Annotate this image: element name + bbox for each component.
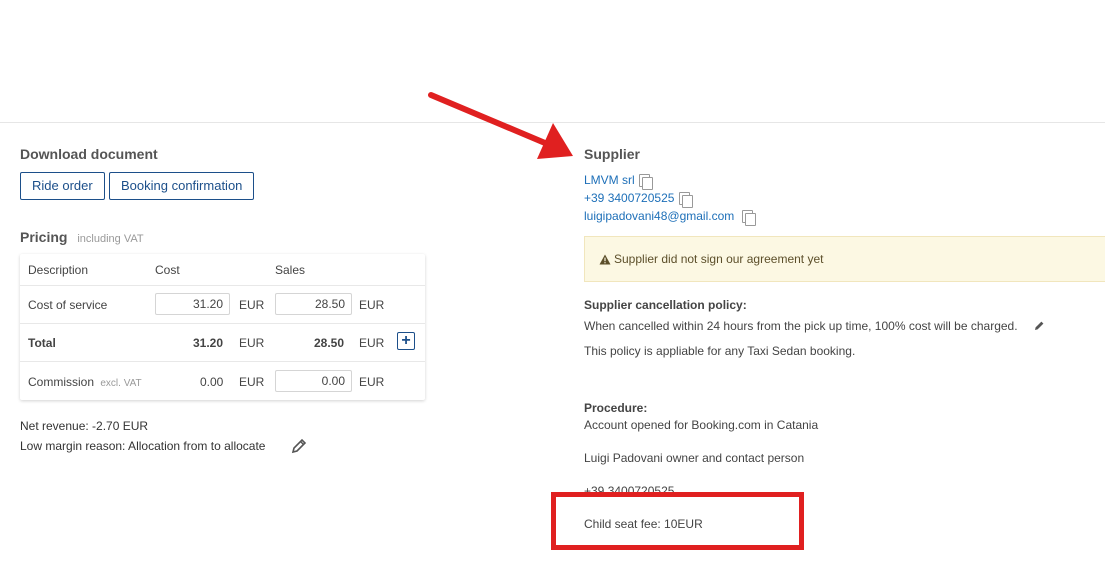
policy-scope-text: This policy is appliable for any Taxi Se… <box>584 344 856 358</box>
total-row: Total 31.20 EUR 28.50 EUR + <box>20 324 425 362</box>
cost-of-service-row: Cost of service 31.20 EUR 28.50 EUR <box>20 285 425 324</box>
procedure-line: Luigi Padovani owner and contact person <box>584 451 805 465</box>
total-cost: 31.20 <box>193 336 224 350</box>
edit-pencil-icon[interactable] <box>1034 320 1045 331</box>
supplier-phone-link[interactable]: +39 3400720525 <box>584 191 674 205</box>
total-cost-currency: EUR <box>239 336 265 350</box>
total-sales: 28.50 <box>314 336 345 350</box>
sales-currency: EUR <box>359 298 385 312</box>
cost-of-service-label: Cost of service <box>28 298 108 312</box>
cost-of-service-cost-input[interactable]: 31.20 <box>155 293 230 315</box>
cancellation-policy-text: When cancelled within 24 hours from the … <box>584 319 1018 333</box>
pricing-header-row: Description Cost Sales <box>20 254 425 286</box>
pricing-subtitle: including VAT <box>77 233 144 245</box>
cancellation-policy-title: Supplier cancellation policy: <box>584 298 747 312</box>
ride-order-button[interactable]: Ride order <box>20 172 105 200</box>
warning-icon <box>599 254 611 265</box>
column-header-cost: Cost <box>155 263 180 277</box>
cost-currency: EUR <box>239 298 265 312</box>
procedure-line: Account opened for Booking.com in Catani… <box>584 418 819 432</box>
copy-icon[interactable] <box>742 210 756 226</box>
download-document-title: Download document <box>20 146 158 162</box>
booking-confirmation-button[interactable]: Booking confirmation <box>109 172 255 200</box>
net-revenue: Net revenue: -2.70 EUR <box>20 419 149 433</box>
copy-icon[interactable] <box>679 192 693 208</box>
commission-row: Commission excl. VAT 0.00 EUR 0.00 EUR <box>20 362 425 400</box>
commission-cost-currency: EUR <box>239 375 265 389</box>
supplier-title: Supplier <box>584 146 641 162</box>
column-header-description: Description <box>28 263 89 277</box>
total-label: Total <box>28 336 56 350</box>
commission-note: excl. VAT <box>100 378 142 389</box>
supplier-agreement-alert: Supplier did not sign our agreement yet <box>584 236 1105 282</box>
header-divider <box>0 122 1105 123</box>
column-header-sales: Sales <box>275 263 306 277</box>
commission-cost: 0.00 <box>200 375 224 389</box>
commission-label-text: Commission <box>28 375 95 389</box>
commission-label: Commission excl. VAT <box>28 375 142 389</box>
annotation-highlight-box <box>551 492 804 550</box>
pricing-title-text: Pricing <box>20 229 68 245</box>
copy-icon[interactable] <box>639 174 653 190</box>
edit-pencil-icon[interactable] <box>291 437 308 454</box>
pricing-table: Description Cost Sales Cost of service 3… <box>20 254 425 400</box>
cost-of-service-sales-input[interactable]: 28.50 <box>275 293 352 315</box>
add-price-line-button[interactable]: + <box>397 332 415 350</box>
total-sales-currency: EUR <box>359 336 385 350</box>
procedure-title: Procedure: <box>584 401 648 415</box>
supplier-alert-text: Supplier did not sign our agreement yet <box>614 252 824 266</box>
supplier-name-link[interactable]: LMVM srl <box>584 173 635 187</box>
supplier-email-link[interactable]: luigipadovani48@gmail.com <box>584 209 734 223</box>
low-margin-reason: Low margin reason: Allocation from to al… <box>20 439 266 453</box>
pricing-title: Pricing including VAT <box>20 229 144 245</box>
commission-sales-currency: EUR <box>359 375 385 389</box>
commission-sales-input[interactable]: 0.00 <box>275 370 352 392</box>
